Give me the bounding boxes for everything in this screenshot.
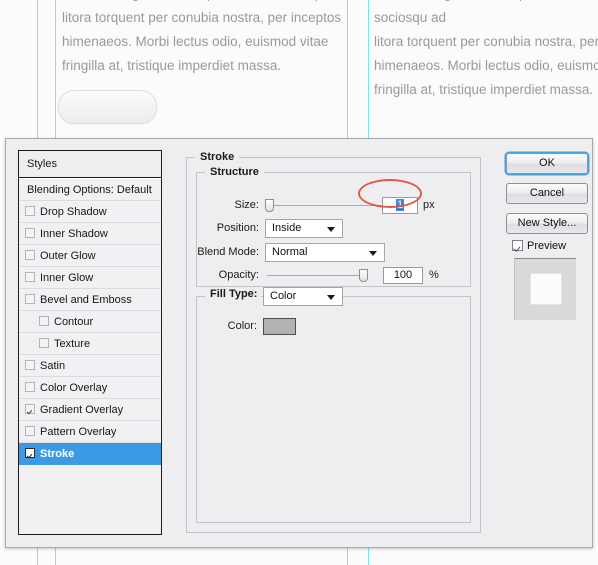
styles-item-label: Inner Glow (40, 272, 94, 284)
styles-item-label: Pattern Overlay (40, 426, 117, 438)
preview-label: Preview (527, 240, 567, 252)
opacity-unit-label: % (429, 269, 439, 281)
opacity-input-value: 100 (393, 269, 413, 281)
blend-mode-select[interactable]: Normal (265, 243, 385, 262)
styles-list-empty-area (19, 465, 161, 534)
size-input[interactable]: 1 (382, 197, 418, 214)
checkbox-icon[interactable] (25, 382, 35, 392)
checkbox-icon[interactable] (25, 228, 35, 238)
position-label: Position: (216, 222, 259, 234)
chevron-down-icon (327, 295, 335, 300)
fill-type-group: Fill Type: Color Color: (196, 287, 471, 523)
styles-item-inner-shadow[interactable]: Inner Shadow (19, 223, 161, 245)
size-input-value: 1 (395, 199, 405, 211)
styles-item-texture[interactable]: Texture (19, 333, 161, 355)
styles-item-contour[interactable]: Contour (19, 311, 161, 333)
checkbox-icon[interactable] (39, 316, 49, 326)
rounded-pill-button[interactable] (58, 90, 157, 124)
paragraph-left: eleifend magna. Class aptent taciti soci… (62, 0, 344, 73)
styles-item-label: Texture (54, 338, 91, 350)
checkbox-icon[interactable] (25, 272, 35, 282)
opacity-input[interactable]: 100 (383, 267, 423, 284)
preview-thumbnail-shape (530, 273, 562, 305)
color-label: Color: (227, 320, 257, 332)
opacity-label: Opacity: (218, 269, 259, 281)
chevron-down-icon (327, 227, 335, 232)
chevron-down-icon (369, 251, 377, 256)
styles-item-stroke[interactable]: Stroke (19, 443, 161, 465)
styles-item-outer-glow[interactable]: Outer Glow (19, 245, 161, 267)
opacity-row: Opacity: 100 % (197, 265, 470, 285)
structure-group-title: Structure (205, 166, 264, 178)
checkbox-icon[interactable] (25, 426, 35, 436)
structure-group: Structure Size: 1 px Position: Inside Bl… (196, 166, 471, 287)
size-unit-label: px (423, 199, 435, 211)
styles-item-inner-glow[interactable]: Inner Glow (19, 267, 161, 289)
checkbox-icon[interactable] (25, 294, 35, 304)
checkbox-icon[interactable] (25, 360, 35, 370)
position-select[interactable]: Inside (265, 219, 343, 238)
position-row: Position: Inside (197, 218, 470, 238)
new-style-button[interactable]: New Style... (506, 213, 588, 234)
checkbox-icon[interactable] (25, 206, 35, 216)
checkbox-checked-icon[interactable] (25, 448, 35, 458)
paragraph-right: eleifend magna. Class aptent taciti soci… (374, 0, 598, 97)
checkbox-icon[interactable] (39, 338, 49, 348)
stroke-group-title: Stroke (195, 151, 240, 163)
screenshot-root: eleifend magna. Class aptent taciti soci… (0, 0, 598, 565)
blend-mode-select-value: Normal (272, 246, 308, 258)
cancel-button[interactable]: Cancel (506, 183, 588, 204)
stroke-settings-group: Stroke Structure Size: 1 px Position: In… (186, 151, 481, 533)
ok-button[interactable]: OK (506, 153, 588, 174)
checkbox-checked-icon[interactable] (25, 404, 35, 414)
styles-panel-header: Styles (19, 151, 161, 178)
preview-checkbox-row[interactable]: Preview (512, 240, 566, 253)
styles-item-label: Contour (54, 316, 94, 328)
size-slider-track[interactable] (265, 205, 381, 206)
styles-item-bevel-and-emboss[interactable]: Bevel and Emboss (19, 289, 161, 311)
fill-type-group-title: Fill Type: (205, 288, 262, 300)
styles-item-label: Inner Shadow (40, 228, 108, 240)
color-row: Color: (197, 316, 470, 336)
styles-item-label: Satin (40, 360, 66, 372)
styles-item-label: Drop Shadow (40, 206, 107, 218)
styles-item-satin[interactable]: Satin (19, 355, 161, 377)
size-row: Size: 1 px (197, 195, 470, 215)
opacity-slider-knob[interactable] (359, 269, 368, 282)
size-slider-knob[interactable] (265, 199, 274, 212)
fill-type-select[interactable]: Color (263, 287, 343, 306)
styles-item-label: Stroke (40, 448, 75, 460)
checkbox-checked-icon[interactable] (512, 240, 523, 251)
styles-item-label: Color Overlay (40, 382, 108, 394)
layer-style-dialog: Styles Blending Options: Default Drop Sh… (5, 138, 593, 548)
color-swatch[interactable] (263, 318, 296, 335)
opacity-slider-track[interactable] (267, 275, 367, 276)
blend-mode-label: Blend Mode: (197, 246, 259, 258)
checkbox-icon[interactable] (25, 250, 35, 260)
styles-item-label: Outer Glow (40, 250, 96, 262)
fill-type-select-value: Color (270, 290, 297, 302)
styles-item-drop-shadow[interactable]: Drop Shadow (19, 201, 161, 223)
styles-item-color-overlay[interactable]: Color Overlay (19, 377, 161, 399)
styles-item-label: Bevel and Emboss (40, 294, 132, 306)
styles-panel: Styles Blending Options: Default Drop Sh… (18, 150, 162, 535)
styles-item-label: Blending Options: Default (27, 184, 152, 196)
styles-item-label: Gradient Overlay (40, 404, 124, 416)
styles-item-pattern-overlay[interactable]: Pattern Overlay (19, 421, 161, 443)
styles-item-gradient-overlay[interactable]: Gradient Overlay (19, 399, 161, 421)
preview-thumbnail (514, 258, 576, 320)
size-label: Size: (234, 199, 259, 211)
styles-list[interactable]: Blending Options: Default Drop Shadow In… (19, 178, 161, 534)
position-select-value: Inside (272, 222, 302, 234)
styles-item-blending-options[interactable]: Blending Options: Default (19, 179, 161, 201)
blend-mode-row: Blend Mode: Normal (197, 242, 470, 262)
